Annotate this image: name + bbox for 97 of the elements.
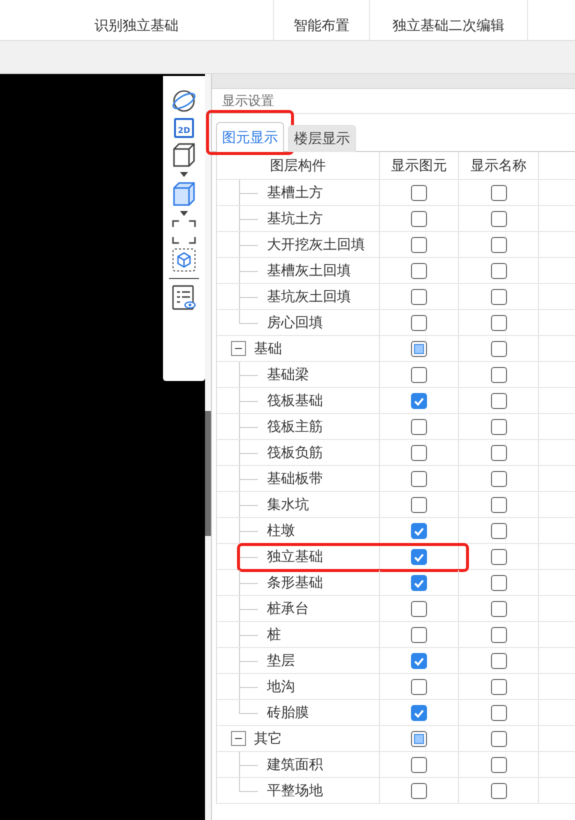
view-2d-button[interactable]: 2D [174,118,194,138]
checkbox[interactable] [411,756,427,772]
checkbox[interactable] [411,418,427,434]
layer-label[interactable]: 基坑土方 [267,210,323,228]
checkbox[interactable] [411,548,427,564]
checkbox[interactable] [411,574,427,590]
cube-icon[interactable] [172,248,196,272]
checkbox[interactable] [411,314,427,330]
layer-label[interactable]: 平整场地 [267,782,323,800]
layer-label[interactable]: 筏板主筋 [267,418,323,436]
checkbox[interactable] [411,262,427,278]
collapse-toggle[interactable] [231,731,246,746]
checkbox[interactable] [411,288,427,304]
checkbox[interactable] [411,496,427,512]
checkbox[interactable] [490,496,506,512]
checkbox[interactable] [411,522,427,538]
scroll-handle[interactable] [205,411,211,536]
checkbox[interactable] [411,730,427,746]
checkbox[interactable] [490,262,506,278]
column-header: 图层构件 [270,156,326,174]
checkbox[interactable] [411,704,427,720]
group-label[interactable]: 基础 [254,340,282,358]
checkbox[interactable] [490,652,506,668]
ribbon-label[interactable]: 智能布置 [294,17,350,35]
checkbox[interactable] [411,340,427,356]
checkbox[interactable] [490,366,506,382]
caret-icon[interactable] [180,172,188,177]
checkbox[interactable] [490,678,506,694]
layer-label[interactable]: 集水坑 [267,496,309,514]
layer-label[interactable]: 基槽灰土回填 [267,262,351,280]
layer-label[interactable]: 砖胎膜 [267,704,309,722]
checkbox[interactable] [490,184,506,200]
checkbox[interactable] [490,314,506,330]
layer-label[interactable]: 基坑灰土回填 [267,288,351,306]
partial-icon [414,344,424,354]
checkbox[interactable] [411,392,427,408]
checkbox[interactable] [411,678,427,694]
layer-label[interactable]: 桩承台 [267,600,309,618]
checkbox[interactable] [411,600,427,616]
checkbox[interactable] [490,730,506,746]
layer-visibility-icon[interactable] [172,285,196,311]
layer-label[interactable]: 筏板负筋 [267,444,323,462]
panel-title: 显示设置 [212,89,575,114]
layer-label[interactable]: 基础梁 [267,366,309,384]
checkbox[interactable] [490,444,506,460]
minus-icon [235,735,242,742]
layer-label[interactable]: 独立基础 [267,548,323,566]
column-header: 显示名称 [470,156,526,174]
layer-label[interactable]: 大开挖灰土回填 [267,236,365,254]
checkbox[interactable] [411,236,427,252]
checkbox[interactable] [411,210,427,226]
ribbon-label[interactable]: 独立基础二次编辑 [392,17,504,35]
frame-icon[interactable] [172,220,196,244]
checkbox[interactable] [490,600,506,616]
layer-label[interactable]: 垫层 [267,652,295,670]
checkbox[interactable] [490,418,506,434]
checkbox[interactable] [411,626,427,642]
layer-label[interactable]: 基础板带 [267,470,323,488]
layer-label[interactable]: 条形基础 [267,574,323,592]
layer-label[interactable]: 桩 [267,626,281,644]
layer-label[interactable]: 房心回填 [267,314,323,332]
cube-icon[interactable] [172,181,196,207]
layer-label[interactable]: 地沟 [267,678,295,696]
checkbox[interactable] [411,366,427,382]
tab[interactable]: 图元显示 [216,122,284,152]
layer-label[interactable]: 筏板基础 [267,392,323,410]
checkbox[interactable] [490,756,506,772]
checkbox[interactable] [490,340,506,356]
checkbox[interactable] [411,184,427,200]
checkbox[interactable] [490,470,506,486]
column-header: 显示图元 [391,156,447,174]
checkbox[interactable] [490,704,506,720]
orbit-icon[interactable] [171,88,197,114]
ribbon-label[interactable]: 识别独立基础 [94,17,178,35]
checkbox[interactable] [490,210,506,226]
layer-label[interactable]: 柱墩 [267,522,295,540]
collapse-toggle[interactable] [231,341,246,356]
minus-icon [235,345,242,352]
checkbox[interactable] [490,392,506,408]
group-label[interactable]: 其它 [254,730,282,748]
checkbox[interactable] [490,626,506,642]
checkbox[interactable] [411,782,427,798]
tab[interactable]: 楼层显示 [288,125,356,152]
layer-label[interactable]: 基槽土方 [267,184,323,202]
checkbox[interactable] [490,522,506,538]
checkbox[interactable] [490,574,506,590]
checkbox[interactable] [490,288,506,304]
cube-icon[interactable] [172,142,196,168]
caret-icon[interactable] [180,211,188,216]
checkbox[interactable] [411,652,427,668]
layer-label[interactable]: 建筑面积 [267,756,323,774]
checkbox[interactable] [411,470,427,486]
checkbox[interactable] [490,782,506,798]
checkbox[interactable] [411,444,427,460]
checkbox[interactable] [490,548,506,564]
partial-icon [414,734,424,744]
checkbox[interactable] [490,236,506,252]
